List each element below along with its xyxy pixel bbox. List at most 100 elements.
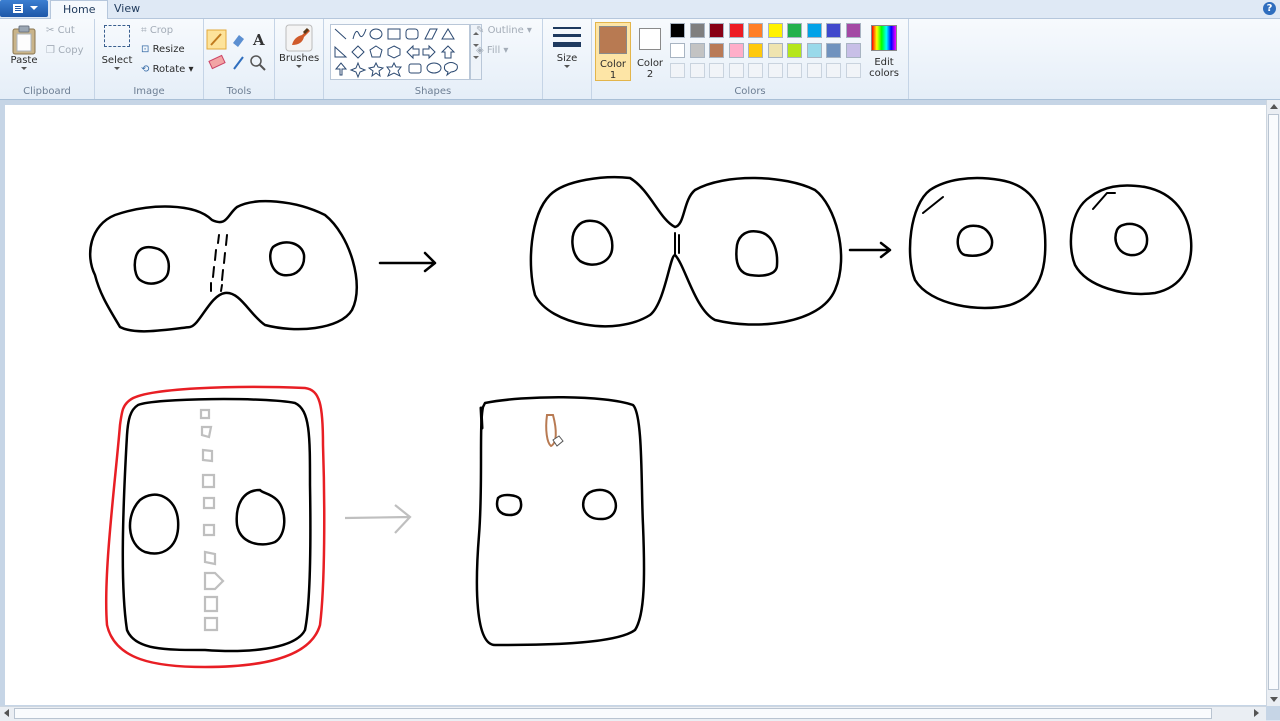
help-icon[interactable]: ? (1263, 2, 1276, 15)
nucleus-left (133, 245, 170, 285)
pencil-cursor-icon (552, 435, 564, 447)
horizontal-scroll-thumb[interactable] (14, 708, 1212, 719)
tab-home[interactable]: Home (50, 0, 109, 19)
rotate-label: Rotate (152, 64, 186, 75)
cell-edge-mark (479, 406, 484, 430)
color-swatch[interactable] (826, 43, 841, 58)
fill-label: Fill (486, 45, 501, 56)
color-swatch[interactable] (689, 43, 705, 58)
custom-color-slot[interactable] (709, 63, 724, 78)
scroll-up-icon[interactable] (1270, 104, 1278, 109)
color-swatch[interactable] (748, 43, 763, 58)
scroll-right-icon[interactable] (1254, 709, 1259, 717)
copy-button[interactable]: ❐ Copy (46, 45, 84, 56)
color-swatch[interactable] (767, 23, 783, 38)
cell-plate-vesicle (203, 550, 217, 566)
color-swatch[interactable] (845, 43, 861, 58)
cell-plate-vesicle (201, 448, 214, 463)
color-swatch[interactable] (748, 23, 763, 38)
color2-label-line1: Color (636, 58, 664, 69)
scroll-left-icon[interactable] (4, 709, 9, 717)
color-swatch[interactable] (767, 43, 783, 58)
custom-color-slot[interactable] (767, 63, 783, 78)
color1-label-line2: 1 (609, 70, 617, 81)
fill-button[interactable]: ◈ Fill ▾ (476, 45, 508, 56)
cell-plate-vesicle (202, 496, 216, 510)
line-size-icon (553, 27, 581, 47)
custom-color-slot[interactable] (806, 63, 822, 78)
cell-plate-vesicle (203, 571, 225, 591)
magnifier-tool[interactable] (249, 54, 268, 73)
drawing-canvas[interactable] (5, 105, 1267, 705)
ribbon-tab-bar: Home View ? (0, 0, 1280, 19)
cell-plate-vesicle (200, 425, 213, 439)
custom-color-slot[interactable] (787, 63, 802, 78)
color-swatch[interactable] (728, 43, 744, 58)
brush-icon (285, 24, 313, 52)
color-swatch[interactable] (845, 23, 861, 38)
paint-menu-button[interactable] (0, 0, 48, 17)
eraser-tool[interactable] (207, 54, 226, 73)
crop-icon: ⌗ (141, 25, 150, 36)
color-swatch[interactable] (689, 23, 705, 38)
vertical-scroll-thumb[interactable] (1268, 114, 1279, 690)
cell-plate-vesicle (203, 595, 219, 613)
vertical-scrollbar[interactable] (1266, 100, 1280, 706)
resize-button[interactable]: ⊡ Resize (141, 44, 185, 55)
color-swatch[interactable] (806, 23, 822, 38)
crop-button[interactable]: ⌗ Crop (141, 25, 173, 36)
outline-button[interactable]: ✎ Outline ▾ (476, 25, 532, 36)
color1-label-line1: Color (599, 59, 627, 70)
color2-label-line2: 2 (646, 69, 654, 80)
cell-wall-red (104, 385, 326, 669)
cleavage-furrow (674, 232, 680, 256)
scroll-down-icon[interactable] (1270, 697, 1278, 702)
rotate-button[interactable]: ⟲ Rotate ▾ (141, 64, 194, 75)
fill-tool[interactable] (228, 30, 247, 49)
paste-button[interactable]: Paste (6, 23, 42, 81)
custom-color-slot[interactable] (670, 63, 685, 78)
arrow (378, 251, 437, 273)
image-group-label: Image (133, 86, 165, 97)
color-swatch[interactable] (787, 23, 802, 38)
shapes-gallery[interactable] (330, 24, 470, 80)
cell-plate-vesicle (203, 616, 219, 632)
cut-button[interactable]: ✂ Cut (46, 25, 75, 36)
tab-view[interactable]: View (102, 0, 152, 18)
horizontal-scrollbar[interactable] (0, 706, 1266, 721)
clipboard-icon (12, 25, 36, 55)
custom-color-slot[interactable] (728, 63, 744, 78)
size-button[interactable]: Size (547, 23, 587, 83)
color-swatch[interactable] (787, 43, 802, 58)
edit-colors-button[interactable]: Edit colors (866, 23, 902, 81)
nucleus-left (571, 219, 614, 266)
custom-color-slot[interactable] (748, 63, 763, 78)
dividing-cell-outline (529, 175, 843, 328)
color-swatch[interactable] (826, 23, 841, 38)
copy-label: Copy (58, 45, 84, 56)
cell-plate-vesicle (201, 473, 216, 489)
chevron-down-icon (564, 65, 570, 68)
rainbow-palette-icon (871, 25, 897, 51)
color-picker-tool[interactable] (228, 54, 247, 73)
brushes-button[interactable]: Brushes (279, 23, 319, 83)
custom-color-slot[interactable] (845, 63, 861, 78)
color-swatch[interactable] (670, 23, 685, 38)
cell-outline (121, 397, 312, 653)
pencil-tool[interactable] (207, 30, 226, 49)
color-swatch[interactable] (670, 43, 685, 58)
color2-button[interactable]: Color 2 (634, 22, 666, 81)
color2-swatch (639, 28, 661, 50)
select-button[interactable]: Select (99, 25, 135, 83)
color-swatch[interactable] (709, 23, 724, 38)
custom-color-slot[interactable] (689, 63, 705, 78)
arrow (848, 241, 892, 259)
colors-group: Color 1 Color 2 Edit colors Colors (592, 19, 909, 99)
text-tool[interactable] (249, 30, 268, 49)
color-swatch[interactable] (709, 43, 724, 58)
color-swatch[interactable] (806, 43, 822, 58)
color1-button[interactable]: Color 1 (595, 22, 631, 81)
color-swatch[interactable] (728, 23, 744, 38)
tools-group-label: Tools (226, 86, 252, 97)
custom-color-slot[interactable] (826, 63, 841, 78)
